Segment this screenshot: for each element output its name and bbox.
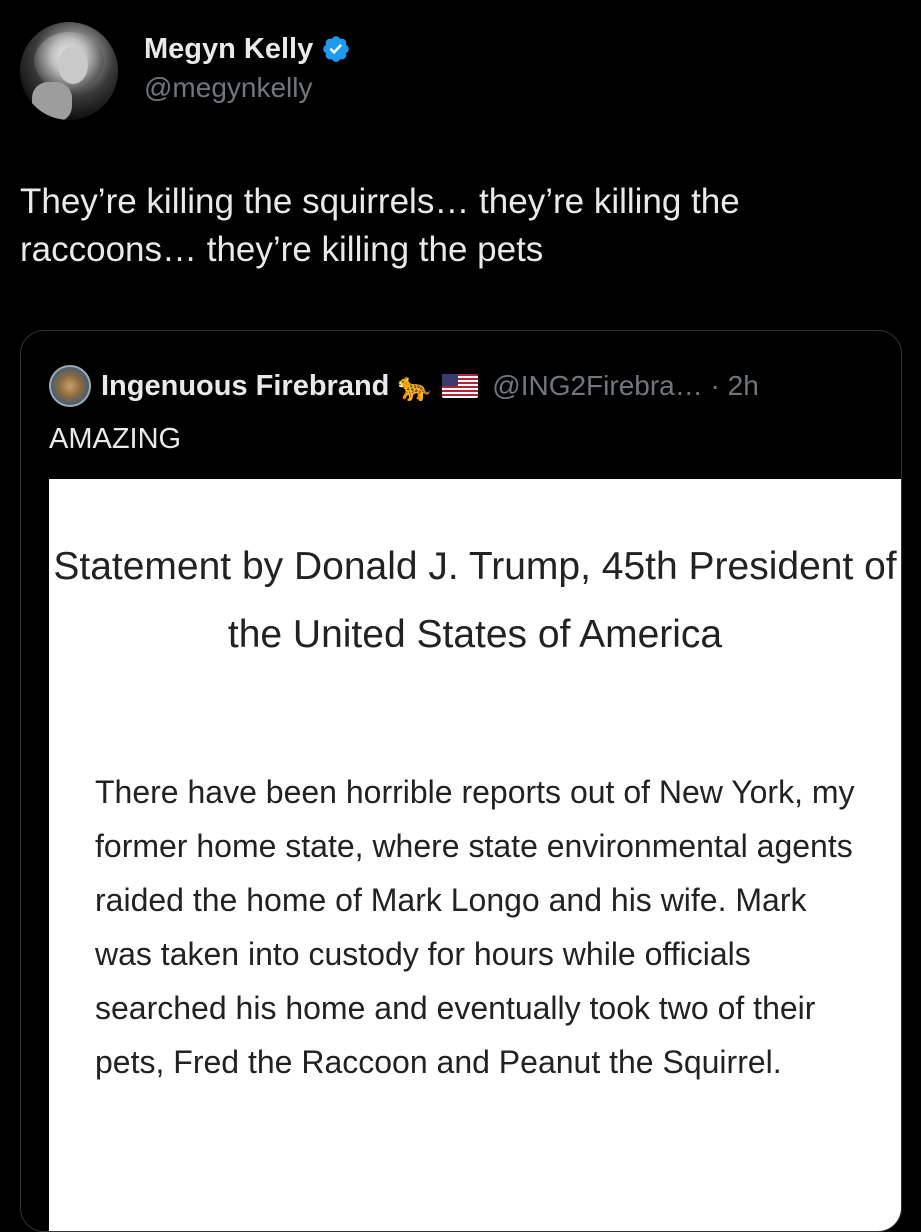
statement-image[interactable]: Statement by Donald J. Trump, 45th Presi… — [49, 479, 901, 1231]
verified-badge-icon — [323, 36, 350, 62]
quoted-author-avatar — [49, 365, 91, 407]
quoted-author-handle-and-time: @ING2Firebra… · 2h — [492, 370, 759, 401]
tweet-text: They’re killing the squirrels… they’re k… — [20, 182, 750, 269]
quoted-author-display-name: Ingenuous Firebrand — [101, 369, 390, 402]
quoted-tweet-text: AMAZING — [49, 423, 182, 455]
display-name-row: Megyn Kelly — [144, 33, 351, 66]
quoted-tweet-header: Ingenuous Firebrand 🐆 @ING2Firebra… · 2h — [49, 365, 759, 407]
quoted-tweet-card[interactable]: Ingenuous Firebrand 🐆 @ING2Firebra… · 2h… — [20, 330, 902, 1232]
author-avatar[interactable] — [20, 22, 118, 120]
tweet-header: Megyn Kelly @megynkelly — [20, 22, 351, 120]
leopard-emoji-icon: 🐆 — [397, 370, 433, 402]
author-handle[interactable]: @megynkelly — [144, 72, 351, 104]
author-name-block: Megyn Kelly @megynkelly — [144, 33, 351, 104]
us-flag-emoji-icon — [442, 374, 479, 398]
author-display-name[interactable]: Megyn Kelly — [144, 33, 313, 66]
statement-title: Statement by Donald J. Trump, 45th Presi… — [53, 545, 897, 656]
statement-body: There have been horrible reports out of … — [95, 774, 855, 1080]
